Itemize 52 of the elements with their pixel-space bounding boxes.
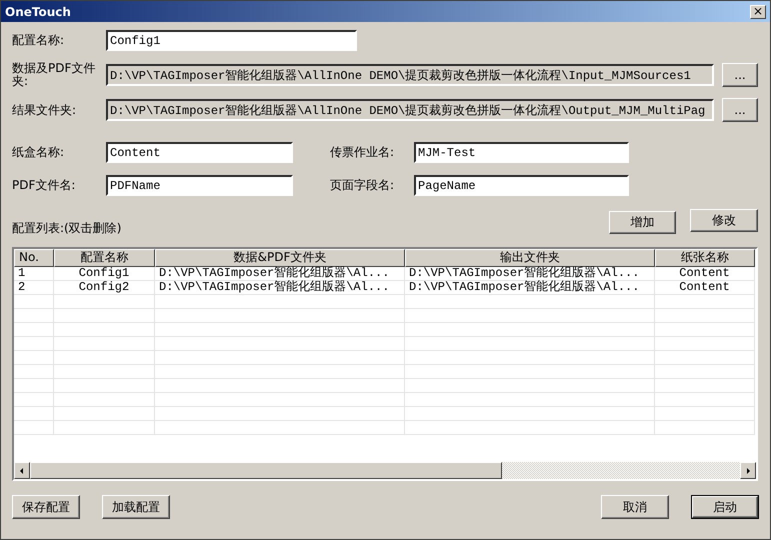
table-cell: D:\VP\TAGImposer智能化组版器\Al... <box>405 281 655 295</box>
close-button[interactable]: × <box>750 4 766 18</box>
table-cell: Config2 <box>54 281 155 295</box>
table-cell: 2 <box>14 281 54 295</box>
empty-cell <box>14 421 54 435</box>
table-cell: D:\VP\TAGImposer智能化组版器\Al... <box>155 267 405 281</box>
column-header[interactable]: 数据&PDF文件夹 <box>155 249 405 267</box>
text-field[interactable]: Content <box>106 142 293 163</box>
text-field[interactable]: PageName <box>414 175 629 196</box>
empty-cell <box>14 309 54 323</box>
table-cell: Content <box>655 267 755 281</box>
column-header[interactable]: 纸张名称 <box>655 249 755 267</box>
column-header[interactable]: 输出文件夹 <box>405 249 655 267</box>
action-button[interactable]: 取消 <box>601 495 669 519</box>
action-button[interactable]: 启动 <box>692 496 758 518</box>
field-label: 传票作业名: <box>330 146 396 159</box>
empty-cell <box>14 323 54 337</box>
list-label: 配置列表:(双击删除) <box>12 222 122 235</box>
empty-cell <box>14 379 54 393</box>
field-label: 数据及PDF文件夹: <box>12 62 96 88</box>
empty-cell <box>14 295 54 309</box>
path-field[interactable]: D:\VP\TAGImposer智能化组版器\AllInOne DEMO\提页裁剪改色拼版一体化流程\Input_MJMSources1 <box>106 64 714 86</box>
field-label: 配置名称: <box>12 34 66 47</box>
empty-cell <box>14 351 54 365</box>
field-label: 结果文件夹: <box>12 104 78 116</box>
empty-cell <box>14 407 54 421</box>
window-title: OneTouch <box>5 4 71 18</box>
column-header[interactable]: 配置名称 <box>54 249 155 267</box>
table-cell: Content <box>655 281 755 295</box>
field-label: 纸盒名称: <box>12 146 66 159</box>
table-cell: 1 <box>14 267 54 281</box>
browse-button[interactable]: ... <box>722 63 758 87</box>
field-label: PDF文件名: <box>12 179 76 192</box>
path-field[interactable]: D:\VP\TAGImposer智能化组版器\AllInOne DEMO\提页裁剪改色拼版一体化流程\Output_MJM_MultiPag <box>106 99 714 121</box>
empty-cell <box>14 337 54 351</box>
text-field[interactable]: PDFName <box>106 175 293 196</box>
table-cell: D:\VP\TAGImposer智能化组版器\Al... <box>155 281 405 295</box>
scroll-left-icon[interactable] <box>14 462 30 479</box>
empty-cell <box>14 365 54 379</box>
list-button[interactable]: 增加 <box>609 211 676 234</box>
action-button[interactable]: 保存配置 <box>12 495 80 519</box>
list-button[interactable]: 修改 <box>690 209 758 232</box>
table-cell: Config1 <box>54 267 155 281</box>
text-field[interactable]: MJM-Test <box>414 142 629 163</box>
column-header[interactable]: No. <box>14 249 54 267</box>
table-cell: D:\VP\TAGImposer智能化组版器\Al... <box>405 267 655 281</box>
browse-button[interactable]: ... <box>722 98 758 122</box>
scroll-right-icon[interactable] <box>740 462 756 479</box>
config-name-field[interactable]: Config1 <box>106 30 357 51</box>
action-button[interactable]: 加载配置 <box>102 495 170 519</box>
empty-cell <box>14 393 54 407</box>
field-label: 页面字段名: <box>330 179 396 192</box>
